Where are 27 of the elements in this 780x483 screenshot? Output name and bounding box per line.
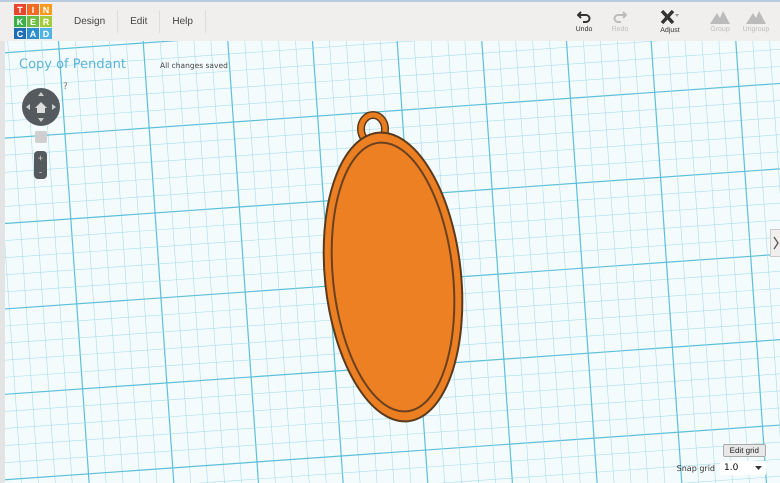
logo[interactable]: T I N K E R C A D xyxy=(14,4,52,39)
logo-letter: T xyxy=(14,4,26,15)
help-link[interactable]: ? xyxy=(63,82,68,92)
logo-letter: E xyxy=(27,16,39,27)
undo-icon xyxy=(577,10,591,24)
tools-icon xyxy=(660,9,680,25)
logo-letter: D xyxy=(40,28,52,39)
menu-item[interactable]: Edit xyxy=(118,10,160,33)
chevron-right-icon xyxy=(772,236,778,250)
edit-grid-button[interactable]: Edit grid xyxy=(722,444,766,457)
logo-letter: I xyxy=(27,4,39,15)
view-navigation-icon[interactable] xyxy=(21,87,61,127)
logo-letter: R xyxy=(40,16,52,27)
logo-letter: A xyxy=(27,28,39,39)
snap-grid-select[interactable]: 1.0 xyxy=(720,461,766,475)
logo-letter: C xyxy=(14,28,26,39)
zoom-out-button[interactable]: - xyxy=(34,165,47,179)
logo-letter: N xyxy=(40,4,52,15)
mountains-icon xyxy=(710,10,730,24)
zoom-in-button[interactable]: + xyxy=(34,151,47,165)
dropdown-caret-icon xyxy=(755,466,762,470)
menu-item[interactable]: Help xyxy=(160,10,206,33)
side-panel-toggle[interactable] xyxy=(770,229,780,257)
logo-letter: K xyxy=(14,16,26,27)
menu-item[interactable]: Design xyxy=(62,10,118,33)
mountains-icon xyxy=(746,10,766,24)
redo-icon xyxy=(613,10,627,24)
